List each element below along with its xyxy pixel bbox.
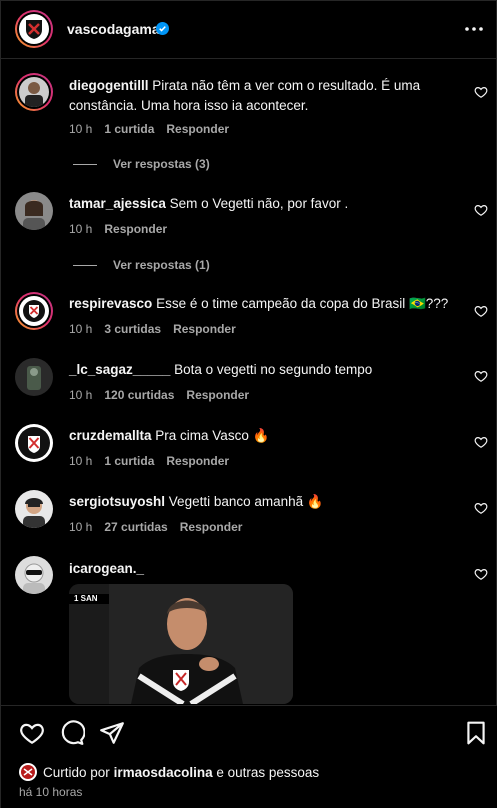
heart-icon[interactable]	[474, 85, 488, 99]
heart-icon[interactable]	[474, 567, 488, 581]
comment-meta: 10 h 3 curtidas Responder	[69, 322, 236, 336]
liked-suffix[interactable]: e outras pessoas	[216, 765, 319, 780]
comment-time: 10 h	[69, 222, 93, 236]
comment-content: Bota o vegetti no segundo tempo	[174, 362, 373, 377]
comment-content: Esse é o time campeão da copa do Brasil …	[156, 296, 449, 311]
comment-content: Vegetti banco amanhã 🔥	[168, 494, 324, 509]
comment-likes[interactable]: 27 curtidas	[104, 520, 167, 534]
heart-icon[interactable]	[474, 304, 488, 318]
comment-text: _lc_sagaz_____ Bota o vegetti no segundo…	[69, 360, 461, 380]
comment-text: icarogean._	[69, 559, 461, 579]
reply-button[interactable]: Responder	[180, 520, 243, 534]
comment-text: cruzdemallta Pra cima Vasco 🔥	[69, 426, 461, 446]
post-timestamp: há 10 horas	[19, 785, 83, 799]
share-icon[interactable]	[99, 720, 125, 746]
bookmark-icon[interactable]	[463, 720, 489, 746]
view-replies-button[interactable]: Ver respostas (1)	[73, 258, 210, 272]
comment-meta: 10 h 120 curtidas Responder	[69, 388, 249, 402]
gif-overlay-text: 1 SAN	[72, 594, 100, 603]
liked-by-summary[interactable]: Curtido por irmaosdacolina e outras pess…	[19, 763, 319, 781]
account-avatar[interactable]	[15, 10, 53, 48]
commenter-avatar[interactable]	[15, 490, 53, 528]
comment-content: Pra cima Vasco 🔥	[155, 428, 270, 443]
comment-icon[interactable]	[59, 720, 85, 746]
post-footer: Curtido por irmaosdacolina e outras pess…	[1, 705, 497, 808]
comment-likes[interactable]: 1 curtida	[104, 122, 154, 136]
comment-time: 10 h	[69, 122, 93, 136]
comment-likes[interactable]: 1 curtida	[104, 454, 154, 468]
liked-user[interactable]: irmaosdacolina	[114, 765, 213, 780]
comment-text: respirevasco Esse é o time campeão da co…	[69, 294, 461, 314]
comment-username[interactable]: respirevasco	[69, 296, 152, 311]
reply-button[interactable]: Responder	[166, 454, 229, 468]
commenter-avatar[interactable]	[15, 424, 53, 462]
comment-text: tamar_ajessica Sem o Vegetti não, por fa…	[69, 194, 461, 214]
commenter-avatar[interactable]	[15, 292, 53, 330]
comment-time: 10 h	[69, 388, 93, 402]
comment-likes[interactable]: 120 curtidas	[104, 388, 174, 402]
view-replies-label: Ver respostas (1)	[113, 258, 210, 272]
liked-prefix: Curtido por	[43, 764, 110, 780]
comment-content: Sem o Vegetti não, por favor .	[169, 196, 349, 211]
comment-text: diegogentilll Pirata não têm a ver com o…	[69, 76, 461, 116]
comment-meta: 10 h 27 curtidas Responder	[69, 520, 242, 534]
comment-likes[interactable]: 3 curtidas	[104, 322, 161, 336]
heart-icon[interactable]	[19, 720, 45, 746]
commenter-avatar[interactable]	[15, 358, 53, 396]
reply-button[interactable]: Responder	[104, 222, 167, 236]
commenter-avatar[interactable]	[15, 192, 53, 230]
account-username[interactable]: vascodagama	[67, 21, 160, 37]
comment-meta: 10 h Responder	[69, 222, 167, 236]
comment-username[interactable]: tamar_ajessica	[69, 196, 166, 211]
comment-username[interactable]: diegogentilll	[69, 78, 149, 93]
view-replies-button[interactable]: Ver respostas (3)	[73, 157, 210, 171]
comment-time: 10 h	[69, 322, 93, 336]
heart-icon[interactable]	[474, 369, 488, 383]
gif-player-image[interactable]: 1 SAN	[69, 584, 293, 704]
verified-badge-icon	[156, 22, 169, 35]
heart-icon[interactable]	[474, 501, 488, 515]
post-header: vascodagama	[1, 1, 497, 59]
view-replies-label: Ver respostas (3)	[113, 157, 210, 171]
comment-time: 10 h	[69, 454, 93, 468]
reply-button[interactable]: Responder	[166, 122, 229, 136]
commenter-avatar[interactable]	[15, 73, 53, 111]
heart-icon[interactable]	[474, 203, 488, 217]
reply-button[interactable]: Responder	[173, 322, 236, 336]
comment-username[interactable]: sergiotsuyoshl	[69, 494, 165, 509]
commenter-avatar[interactable]	[15, 556, 53, 594]
liked-by-avatar	[19, 763, 37, 781]
comment-username[interactable]: _lc_sagaz_____	[69, 362, 170, 377]
comment-text: sergiotsuyoshl Vegetti banco amanhã 🔥	[69, 492, 461, 512]
comment-meta: 10 h 1 curtida Responder	[69, 122, 229, 136]
comment-time: 10 h	[69, 520, 93, 534]
comment-meta: 10 h 1 curtida Responder	[69, 454, 229, 468]
more-options-icon[interactable]	[463, 20, 485, 38]
post-panel: vascodagama diegogentilll Pirata não têm…	[0, 0, 497, 808]
reply-button[interactable]: Responder	[186, 388, 249, 402]
comment-username[interactable]: icarogean._	[69, 561, 144, 576]
comment-username[interactable]: cruzdemallta	[69, 428, 152, 443]
heart-icon[interactable]	[474, 435, 488, 449]
